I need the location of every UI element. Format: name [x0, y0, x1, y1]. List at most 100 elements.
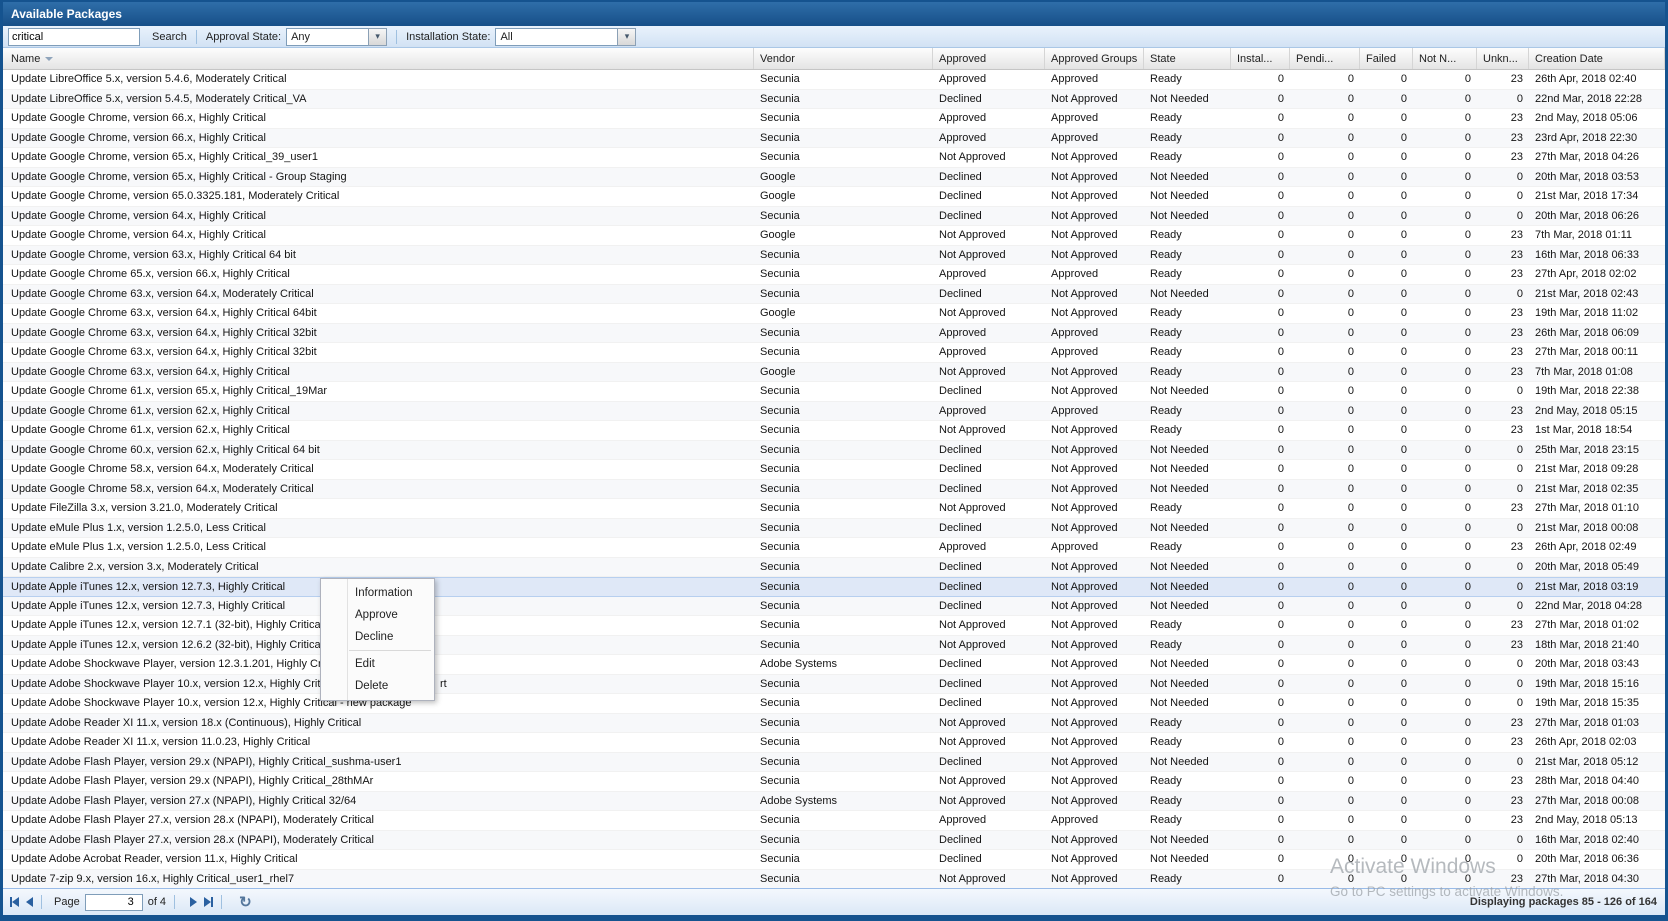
table-row[interactable]: Update Adobe Reader XI 11.x, version 18.…: [3, 714, 1665, 734]
table-row[interactable]: Update Apple iTunes 12.x, version 12.6.2…: [3, 636, 1665, 656]
search-button[interactable]: Search: [152, 31, 187, 43]
cell-state: Not Needed: [1144, 561, 1231, 573]
installation-state-dropdown[interactable]: All ▾: [495, 28, 636, 46]
cell-pending: 0: [1290, 697, 1360, 709]
table-row[interactable]: Update LibreOffice 5.x, version 5.4.5, M…: [3, 90, 1665, 110]
cell-not-needed: 0: [1413, 229, 1477, 241]
cell-creation-date: 21st Mar, 2018 09:28: [1529, 463, 1665, 475]
table-row[interactable]: Update Google Chrome, version 66.x, High…: [3, 109, 1665, 129]
cell-failed: 0: [1360, 502, 1413, 514]
table-row[interactable]: Update Apple iTunes 12.x, version 12.7.3…: [3, 597, 1665, 617]
table-row[interactable]: Update Google Chrome 63.x, version 64.x,…: [3, 304, 1665, 324]
chevron-down-icon[interactable]: ▾: [368, 28, 387, 46]
cell-not-needed: 0: [1413, 619, 1477, 631]
cell-unknown: 23: [1477, 151, 1529, 163]
column-header-installed[interactable]: Instal...: [1231, 48, 1290, 69]
table-row[interactable]: Update Google Chrome, version 65.0.3325.…: [3, 187, 1665, 207]
table-row[interactable]: Update Adobe Shockwave Player 10.x, vers…: [3, 675, 1665, 695]
column-header-label: Approved: [939, 53, 986, 65]
cell-vendor: Secunia: [754, 463, 933, 475]
table-row[interactable]: Update Google Chrome 63.x, version 64.x,…: [3, 324, 1665, 344]
table-row[interactable]: Update Google Chrome 61.x, version 62.x,…: [3, 421, 1665, 441]
column-header-approved-groups[interactable]: Approved Groups: [1045, 48, 1144, 69]
cell-name: Update Google Chrome 63.x, version 64.x,…: [3, 327, 754, 339]
table-row[interactable]: Update Adobe Reader XI 11.x, version 11.…: [3, 733, 1665, 753]
table-row[interactable]: Update LibreOffice 5.x, version 5.4.6, M…: [3, 70, 1665, 90]
cell-state: Ready: [1144, 307, 1231, 319]
table-row[interactable]: Update Google Chrome, version 65.x, High…: [3, 168, 1665, 188]
cell-name: Update 7-zip 9.x, version 16.x, Highly C…: [3, 873, 754, 885]
table-row[interactable]: Update Calibre 2.x, version 3.x, Moderat…: [3, 558, 1665, 578]
table-row[interactable]: Update Apple iTunes 12.x, version 12.7.3…: [3, 577, 1665, 597]
table-row[interactable]: Update Google Chrome 63.x, version 64.x,…: [3, 285, 1665, 305]
table-row[interactable]: Update Adobe Flash Player, version 29.x …: [3, 772, 1665, 792]
table-row[interactable]: Update Google Chrome 63.x, version 64.x,…: [3, 343, 1665, 363]
cell-failed: 0: [1360, 444, 1413, 456]
toolbar: Search Approval State: Any ▾ Installatio…: [3, 26, 1665, 48]
table-row[interactable]: Update eMule Plus 1.x, version 1.2.5.0, …: [3, 538, 1665, 558]
cell-creation-date: 20th Mar, 2018 06:26: [1529, 210, 1665, 222]
cell-vendor: Secunia: [754, 132, 933, 144]
next-page-button[interactable]: [190, 894, 197, 910]
column-header-creation-date[interactable]: Creation Date: [1529, 48, 1665, 69]
menu-item-approve[interactable]: Approve: [321, 604, 434, 626]
column-header-failed[interactable]: Failed: [1360, 48, 1413, 69]
chevron-down-icon[interactable]: ▾: [617, 28, 636, 46]
cell-approved: Declined: [933, 93, 1045, 105]
table-row[interactable]: Update Google Chrome 63.x, version 64.x,…: [3, 363, 1665, 383]
table-row[interactable]: Update Google Chrome 60.x, version 62.x,…: [3, 441, 1665, 461]
column-header-unknown[interactable]: Unkn...: [1477, 48, 1529, 69]
table-row[interactable]: Update Adobe Shockwave Player, version 1…: [3, 655, 1665, 675]
menu-item-decline[interactable]: Decline: [321, 626, 434, 648]
column-header-label: Unkn...: [1483, 53, 1518, 65]
column-header-state[interactable]: State: [1144, 48, 1231, 69]
table-row[interactable]: Update Adobe Shockwave Player 10.x, vers…: [3, 694, 1665, 714]
cell-pending: 0: [1290, 600, 1360, 612]
table-row[interactable]: Update Google Chrome 61.x, version 62.x,…: [3, 402, 1665, 422]
cell-pending: 0: [1290, 678, 1360, 690]
menu-item-information[interactable]: Information: [321, 582, 434, 604]
last-page-button[interactable]: [204, 894, 213, 910]
table-row[interactable]: Update Google Chrome, version 63.x, High…: [3, 246, 1665, 266]
page-number-input[interactable]: [85, 894, 143, 911]
column-header-approved[interactable]: Approved: [933, 48, 1045, 69]
cell-approved: Declined: [933, 190, 1045, 202]
column-header-name[interactable]: Name: [3, 48, 754, 69]
table-row[interactable]: Update Adobe Flash Player 27.x, version …: [3, 811, 1665, 831]
previous-page-button[interactable]: [26, 894, 33, 910]
menu-item-delete[interactable]: Delete: [321, 675, 434, 697]
column-header-not-needed[interactable]: Not N...: [1413, 48, 1477, 69]
table-row[interactable]: Update Adobe Flash Player, version 29.x …: [3, 753, 1665, 773]
table-row[interactable]: Update Google Chrome 65.x, version 66.x,…: [3, 265, 1665, 285]
cell-vendor: Secunia: [754, 678, 933, 690]
refresh-icon[interactable]: ↻: [239, 893, 252, 911]
cell-unknown: 0: [1477, 561, 1529, 573]
table-row[interactable]: Update Google Chrome, version 65.x, High…: [3, 148, 1665, 168]
first-page-button[interactable]: [10, 894, 19, 910]
cell-pending: 0: [1290, 717, 1360, 729]
table-row[interactable]: Update Google Chrome, version 66.x, High…: [3, 129, 1665, 149]
table-row[interactable]: Update Google Chrome 58.x, version 64.x,…: [3, 460, 1665, 480]
cell-name: Update LibreOffice 5.x, version 5.4.5, M…: [3, 93, 754, 105]
table-row[interactable]: Update Adobe Flash Player 27.x, version …: [3, 831, 1665, 851]
table-row[interactable]: Update 7-zip 9.x, version 16.x, Highly C…: [3, 870, 1665, 890]
table-row[interactable]: Update Adobe Flash Player, version 27.x …: [3, 792, 1665, 812]
search-input[interactable]: [8, 28, 140, 46]
cell-approved-groups: Not Approved: [1045, 190, 1144, 202]
cell-unknown: 23: [1477, 424, 1529, 436]
column-header-vendor[interactable]: Vendor: [754, 48, 933, 69]
table-row[interactable]: Update eMule Plus 1.x, version 1.2.5.0, …: [3, 519, 1665, 539]
table-row[interactable]: Update Google Chrome 58.x, version 64.x,…: [3, 480, 1665, 500]
table-row[interactable]: Update Google Chrome 61.x, version 65.x,…: [3, 382, 1665, 402]
table-row[interactable]: Update Adobe Acrobat Reader, version 11.…: [3, 850, 1665, 870]
table-row[interactable]: Update Google Chrome, version 64.x, High…: [3, 207, 1665, 227]
table-row[interactable]: Update Google Chrome, version 64.x, High…: [3, 226, 1665, 246]
menu-item-edit[interactable]: Edit: [321, 653, 434, 675]
table-row[interactable]: Update FileZilla 3.x, version 3.21.0, Mo…: [3, 499, 1665, 519]
cell-installed: 0: [1231, 346, 1290, 358]
column-header-pending[interactable]: Pendi...: [1290, 48, 1360, 69]
approval-state-dropdown[interactable]: Any ▾: [286, 28, 387, 46]
column-header-label: Failed: [1366, 53, 1396, 65]
cell-name: Update Adobe Acrobat Reader, version 11.…: [3, 853, 754, 865]
table-row[interactable]: Update Apple iTunes 12.x, version 12.7.1…: [3, 616, 1665, 636]
